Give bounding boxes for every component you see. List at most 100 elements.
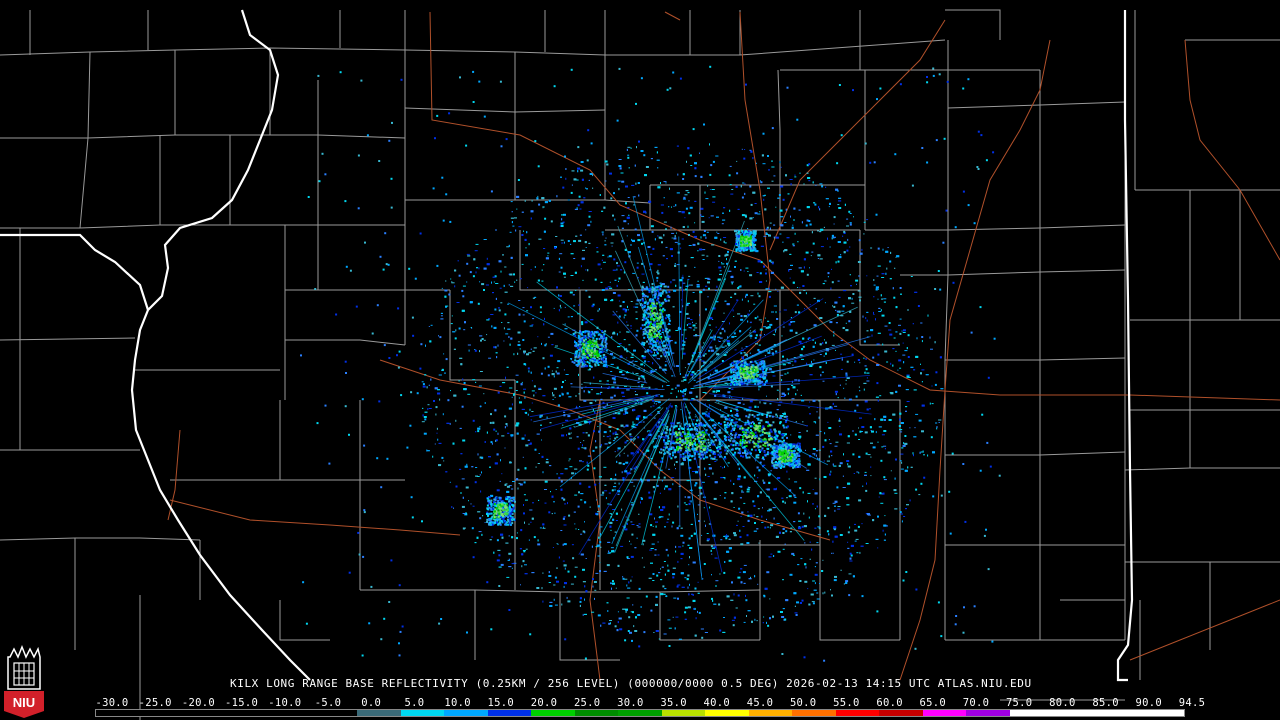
echo-pixel: [858, 275, 860, 277]
echo-pixel: [714, 394, 717, 397]
echo-pixel: [681, 586, 685, 588]
echo-pixel: [832, 552, 834, 554]
echo-pixel: [881, 298, 884, 300]
echo-pixel: [587, 369, 590, 371]
echo-pixel: [657, 554, 660, 556]
echo-pixel: [733, 483, 735, 485]
echo-pixel: [505, 333, 509, 335]
echo-pixel: [791, 401, 793, 404]
echo-pixel: [750, 337, 752, 339]
echo-pixel: [786, 497, 788, 499]
echo-pixel: [509, 231, 512, 233]
echo-pixel: [553, 598, 555, 601]
echo-pixel: [722, 467, 724, 469]
echo-pixel: [568, 432, 571, 435]
echo-pixel: [825, 352, 827, 355]
echo-pixel: [804, 542, 806, 544]
echo-pixel: [724, 339, 726, 341]
echo-pixel: [617, 621, 619, 624]
echo-pixel: [708, 217, 710, 219]
echo-pixel: [757, 349, 760, 352]
echo-pixel: [895, 390, 898, 393]
echo-pixel: [633, 625, 635, 628]
echo-pixel: [913, 436, 917, 438]
echo-pixel: [640, 363, 644, 366]
echo-pixel: [827, 276, 829, 278]
echo-pixel: [627, 223, 629, 225]
echo-pixel: [688, 323, 692, 325]
echo-pixel: [706, 408, 708, 410]
echo-pixel: [676, 145, 679, 147]
echo-pixel: [497, 549, 501, 551]
echo-pixel: [769, 259, 772, 262]
echo-pixel: [902, 332, 906, 333]
echo-pixel: [858, 427, 859, 429]
echo-pixel: [742, 526, 745, 527]
echo-pixel: [767, 155, 769, 157]
echo-pixel: [673, 237, 677, 240]
echo-pixel: [589, 173, 593, 175]
echo-pixel: [511, 488, 514, 490]
echo-pixel: [668, 627, 672, 629]
echo-pixel: [658, 467, 660, 469]
echo-pixel: [670, 226, 672, 229]
echo-pixel: [652, 399, 655, 402]
echo-pixel: [819, 343, 822, 346]
echo-pixel: [731, 335, 735, 338]
echo-pixel: [746, 542, 750, 544]
echo-pixel: [752, 157, 754, 160]
echo-pixel: [499, 480, 501, 482]
echo-pixel: [543, 206, 545, 208]
echo-pixel: [715, 585, 717, 587]
echo-pixel: [840, 569, 842, 571]
echo-pixel: [823, 476, 827, 478]
echo-pixel: [587, 390, 589, 393]
echo-pixel: [771, 160, 773, 162]
echo-pixel: [898, 425, 901, 427]
echo-pixel: [764, 317, 766, 319]
echo-pixel: [497, 432, 499, 435]
echo-pixel: [657, 401, 661, 404]
echo-pixel: [907, 466, 909, 469]
echo-pixel: [661, 241, 663, 244]
echo-pixel: [546, 458, 549, 460]
echo-pixel: [551, 370, 553, 372]
echo-pixel: [614, 279, 617, 281]
echo-pixel: [447, 399, 450, 402]
echo-pixel: [788, 269, 792, 270]
echo-pixel: [626, 440, 629, 442]
echo-pixel: [587, 434, 590, 437]
echo-pixel: [510, 337, 513, 340]
echo-pixel: [614, 218, 616, 221]
echo-pixel: [787, 362, 791, 364]
echo-pixel: [584, 501, 587, 504]
echo-pixel: [906, 347, 908, 350]
echo-pixel: [704, 353, 707, 355]
echo-pixel: [656, 151, 658, 154]
echo-pixel: [697, 495, 699, 497]
echo-pixel: [436, 427, 438, 430]
echo-pixel: [719, 273, 722, 275]
echo-pixel: [600, 398, 603, 400]
echo-pixel: [763, 481, 766, 484]
echo-pixel: [564, 379, 566, 381]
echo-pixel: [680, 423, 682, 425]
echo-pixel: [508, 566, 512, 568]
echo-pixel: [712, 599, 714, 602]
echo-pixel: [789, 573, 793, 576]
echo-pixel: [767, 320, 770, 322]
echo-pixel: [815, 508, 816, 510]
echo-pixel: [723, 617, 725, 618]
echo-pixel: [849, 213, 852, 214]
echo-pixel: [828, 455, 830, 458]
echo-pixel: [602, 233, 604, 236]
echo-pixel: [693, 379, 696, 381]
echo-pixel: [655, 521, 658, 523]
echo-pixel: [837, 508, 841, 510]
echo-pixel: [693, 235, 697, 238]
echo-pixel: [765, 228, 768, 230]
echo-pixel: [825, 198, 829, 200]
echo-pixel: [582, 249, 585, 251]
echo-pixel: [672, 576, 675, 579]
echo-pixel: [763, 402, 767, 404]
